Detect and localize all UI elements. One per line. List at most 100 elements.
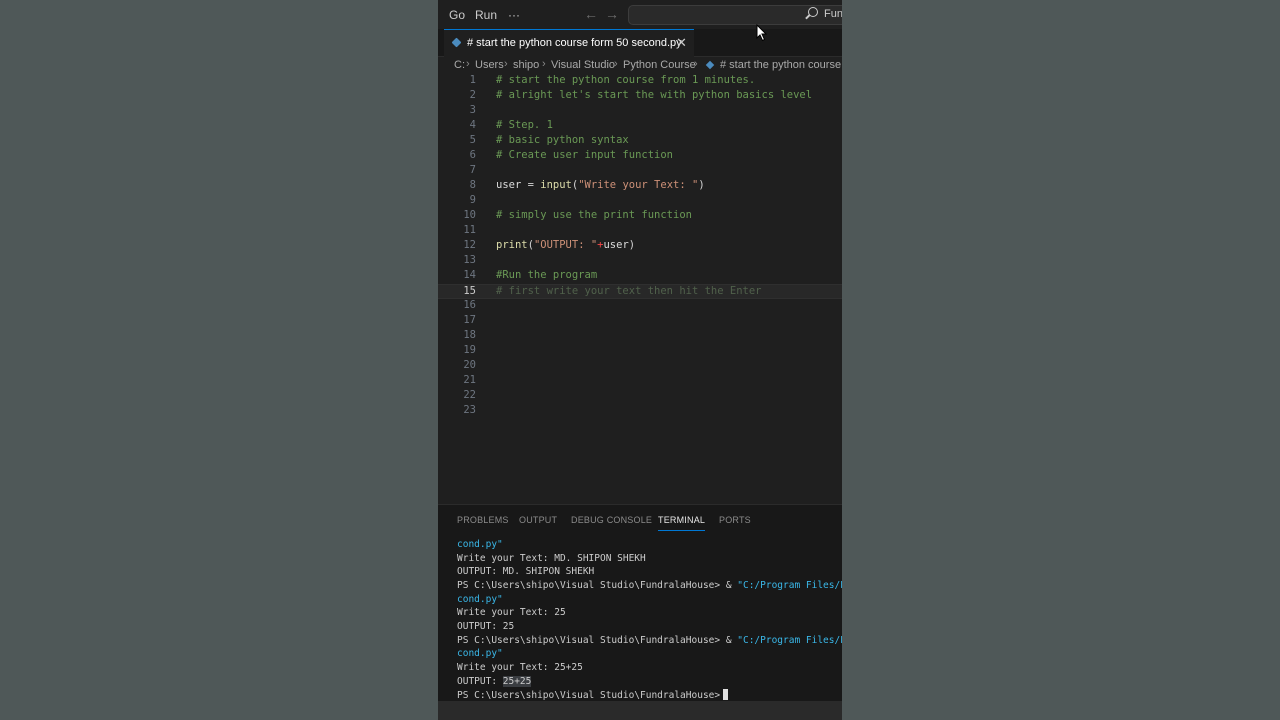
code-line: 7 (438, 164, 842, 179)
terminal-line: PS C:\Users\shipo\Visual Studio\Fundrala… (457, 689, 729, 701)
code-line: 9 (438, 194, 842, 209)
line-number: 11 (463, 224, 476, 236)
breadcrumb-item-shipo[interactable]: shipo (513, 59, 539, 71)
terminal-line: Write your Text: MD. SHIPON SHEKH (457, 553, 646, 564)
chevron-right-icon: › (466, 58, 470, 70)
tab-ports[interactable]: PORTS (719, 515, 751, 525)
terminal-line: cond.py" (457, 539, 503, 550)
line-number: 8 (469, 179, 476, 191)
code-string: "OUTPUT: " (533, 239, 598, 251)
code-line: 22 (438, 389, 842, 404)
code-line: 2 # alright let's start the with python … (438, 89, 842, 104)
title-bar: Go Run ··· ← → Func (438, 0, 842, 29)
terminal-command-path: "C:/Program Files/Py (737, 580, 842, 591)
line-number: 22 (463, 389, 476, 401)
terminal-command-path: "C:/Program Files/Py (737, 635, 842, 646)
code-line: 8 user = input("Write your Text: ") (438, 179, 842, 194)
tab-active-file[interactable]: # start the python course form 50 second… (444, 29, 694, 57)
breadcrumb-item-file[interactable]: # start the python course f (720, 59, 842, 71)
python-file-icon (451, 37, 462, 48)
code-line: 18 (438, 329, 842, 344)
terminal-prompt: PS C:\Users\shipo\Visual Studio\Fundrala… (457, 690, 721, 701)
terminal-cursor (723, 689, 729, 700)
code-comment: # first write your text then hit the Ent… (496, 285, 762, 297)
panel-tabs: PROBLEMS OUTPUT DEBUG CONSOLE TERMINAL P… (438, 505, 842, 535)
breadcrumb: C: › Users › shipo › Visual Studio › Pyt… (454, 58, 842, 72)
close-icon[interactable]: ✕ (676, 35, 687, 51)
code-line: 21 (438, 374, 842, 389)
code-line: 16 (438, 299, 842, 314)
line-number: 16 (463, 299, 476, 311)
line-number: 15 (463, 285, 476, 297)
code-line: 20 (438, 359, 842, 374)
horizontal-scrollbar[interactable] (438, 701, 842, 720)
chevron-right-icon: › (694, 58, 698, 70)
terminal-output-label: OUTPUT: (457, 676, 503, 687)
tab-problems[interactable]: PROBLEMS (457, 515, 509, 525)
breadcrumb-item-visual-studio[interactable]: Visual Studio (551, 59, 615, 71)
tab-output[interactable]: OUTPUT (519, 515, 557, 525)
line-number: 17 (463, 314, 476, 326)
code-comment: # simply use the print function (496, 209, 692, 221)
terminal-line: cond.py" (457, 648, 503, 659)
code-comment: #Run the program (496, 269, 598, 281)
code-line-active: 15 # first write your text then hit the … (438, 284, 842, 299)
terminal-line: OUTPUT: 25 (457, 621, 515, 632)
breadcrumb-item-python-course[interactable]: Python Course (623, 59, 696, 71)
arrow-right-icon[interactable]: → (605, 6, 619, 22)
line-number: 12 (463, 239, 476, 251)
code-line: 12 print("OUTPUT: "+user) (438, 239, 842, 254)
line-number: 6 (469, 149, 476, 161)
code-string: "Write your Text: " (578, 179, 699, 191)
code-line: 13 (438, 254, 842, 269)
code-comment: # start the python course from 1 minutes… (496, 74, 756, 86)
code-operator: = (521, 179, 541, 191)
code-comment: # basic python syntax (496, 134, 629, 146)
code-comment: # alright let's start the with python ba… (496, 89, 813, 101)
terminal-selection: 25+25 (502, 676, 532, 687)
terminal-line: Write your Text: 25 (457, 607, 566, 618)
code-comment: # Step. 1 (496, 119, 553, 131)
terminal-prompt: PS C:\Users\shipo\Visual Studio\Fundrala… (457, 580, 738, 591)
code-function: input (540, 179, 572, 191)
menu-go[interactable]: Go (449, 8, 465, 22)
breadcrumb-item-users[interactable]: Users (475, 59, 504, 71)
code-comment: # Create user input function (496, 149, 674, 161)
tab-debug-console[interactable]: DEBUG CONSOLE (571, 515, 652, 525)
breadcrumb-item-drive[interactable]: C: (454, 59, 465, 71)
menu-run[interactable]: Run (475, 8, 497, 22)
editor-tab-bar: # start the python course form 50 second… (438, 29, 842, 57)
code-line: 11 (438, 224, 842, 239)
code-line: 4 # Step. 1 (438, 119, 842, 134)
terminal-line: PS C:\Users\shipo\Visual Studio\Fundrala… (457, 635, 842, 646)
background-left (0, 0, 438, 720)
chevron-right-icon: › (614, 58, 618, 70)
menu-more[interactable]: ··· (508, 8, 520, 22)
code-variable: user (603, 239, 629, 251)
code-line: 19 (438, 344, 842, 359)
code-line: 6 # Create user input function (438, 149, 842, 164)
terminal-line: OUTPUT: 25+25 (457, 676, 532, 687)
line-number: 23 (463, 404, 476, 416)
code-paren-close: ) (628, 239, 636, 251)
line-number: 9 (469, 194, 476, 206)
code-statement: print("OUTPUT: "+user) (496, 239, 635, 251)
line-number: 1 (469, 74, 476, 86)
tab-terminal[interactable]: TERMINAL (658, 515, 706, 531)
code-variable: user (496, 179, 522, 191)
line-number: 13 (463, 254, 476, 266)
tab-title: # start the python course form 50 second… (467, 37, 682, 49)
bottom-panel: PROBLEMS OUTPUT DEBUG CONSOLE TERMINAL P… (438, 504, 842, 720)
chevron-right-icon: › (542, 58, 546, 70)
search-label: Func (824, 8, 842, 20)
code-editor[interactable]: 1 # start the python course from 1 minut… (438, 74, 842, 504)
line-number: 4 (469, 119, 476, 131)
background-right (842, 0, 1280, 720)
arrow-left-icon[interactable]: ← (584, 6, 598, 22)
terminal-line: Write your Text: 25+25 (457, 662, 583, 673)
terminal-prompt: PS C:\Users\shipo\Visual Studio\Fundrala… (457, 635, 738, 646)
terminal[interactable]: cond.py" Write your Text: MD. SHIPON SHE… (438, 537, 842, 705)
line-number: 5 (469, 134, 476, 146)
python-file-icon (705, 60, 715, 70)
line-number: 19 (463, 344, 476, 356)
